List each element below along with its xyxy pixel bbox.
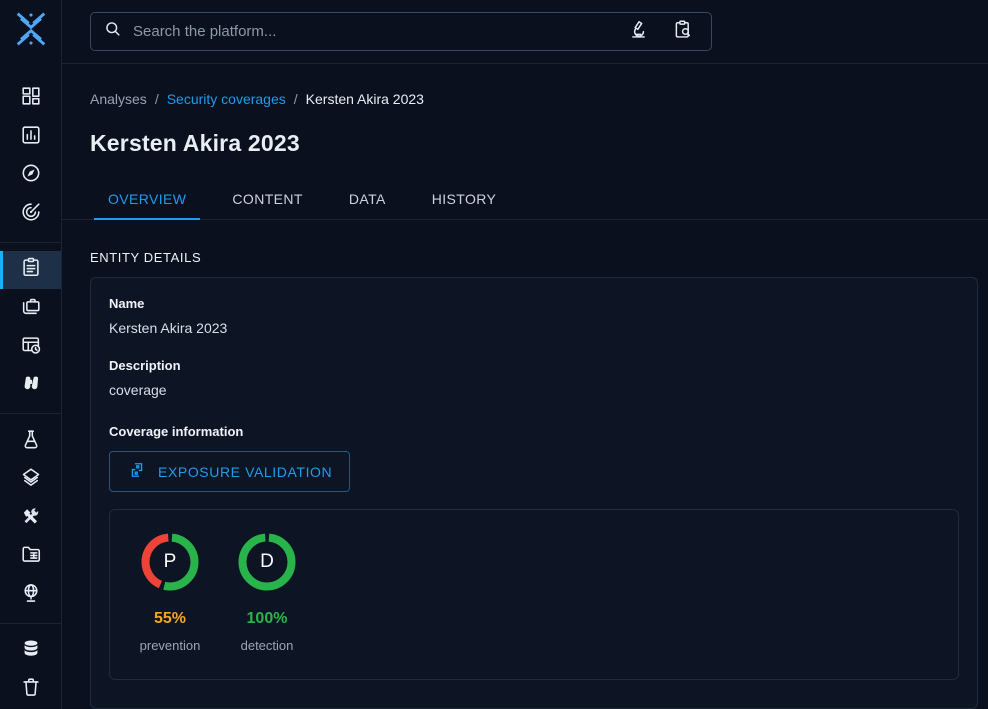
field-description-value: coverage [109, 382, 959, 398]
breadcrumb: Analyses / Security coverages / Kersten … [90, 91, 960, 107]
sidebar-divider [0, 623, 61, 624]
detection-donut-column: D 100% detection [234, 531, 300, 679]
detection-percent: 100% [234, 610, 300, 628]
tab-data[interactable]: DATA [335, 179, 400, 219]
sidebar-divider [0, 413, 61, 414]
top-app-bar [62, 0, 988, 64]
sidebar-item-investigations[interactable] [0, 156, 61, 195]
sidebar-item-threat-tracking[interactable] [0, 195, 61, 234]
sidebar-item-locations[interactable] [0, 576, 61, 615]
breadcrumb-analyses[interactable]: Analyses [90, 91, 147, 107]
tab-bar: OVERVIEW CONTENT DATA HISTORY [62, 179, 988, 220]
platform-x-logo-icon [11, 9, 51, 54]
exposure-validation-button[interactable]: EXPOSURE VALIDATION [109, 451, 350, 492]
breadcrumb-separator: / [294, 91, 298, 107]
target-icon [20, 201, 42, 228]
sidebar-item-events[interactable] [0, 328, 61, 367]
prevention-caption: prevention [137, 638, 203, 653]
coverage-scores-card: P 55% prevention D 100% detection [109, 509, 959, 680]
platform-logo[interactable] [0, 0, 61, 63]
search-input[interactable] [133, 23, 611, 40]
globe-stand-icon [20, 582, 42, 609]
coverage-information-label: Coverage information [109, 424, 959, 439]
magnifier-icon [103, 19, 123, 44]
compass-icon [20, 162, 42, 189]
sidebar-item-trash[interactable] [0, 670, 61, 709]
main-column: Analyses / Security coverages / Kersten … [62, 0, 988, 709]
flask-icon [20, 428, 42, 455]
sidebar-divider [0, 242, 61, 243]
entity-details-card: Name Kersten Akira 2023 Description cove… [90, 277, 978, 709]
sidebar-item-tools[interactable] [0, 499, 61, 538]
sidebar-item-cases[interactable] [0, 289, 61, 328]
breadcrumb-security-coverages[interactable]: Security coverages [167, 91, 286, 107]
page-content: Analyses / Security coverages / Kersten … [62, 64, 988, 709]
folder-table-icon [20, 543, 42, 570]
trash-icon [20, 676, 42, 703]
sidebar-item-data[interactable] [0, 632, 61, 671]
detection-donut-letter: D [236, 531, 298, 593]
bulk-search-button[interactable] [665, 15, 699, 49]
tab-overview[interactable]: OVERVIEW [94, 179, 200, 219]
sidebar-item-entities[interactable] [0, 538, 61, 577]
database-icon [20, 638, 42, 665]
detection-donut-chart: D [236, 531, 298, 593]
field-description-label: Description [109, 358, 959, 373]
events-table-clock-icon [20, 334, 42, 361]
sidebar-item-analyses[interactable] [0, 251, 61, 290]
prevention-donut-letter: P [139, 531, 201, 593]
microscope-icon [628, 19, 649, 45]
prevention-donut-chart: P [139, 531, 201, 593]
sidebar-item-observations[interactable] [0, 366, 61, 405]
dashboard-icon [20, 85, 42, 112]
sidebar-item-home[interactable] [0, 79, 61, 118]
field-description: Description coverage [109, 358, 959, 398]
tools-icon [20, 505, 42, 532]
prevention-percent: 55% [137, 610, 203, 628]
analyses-clipboard-icon [20, 256, 42, 283]
clipboard-search-icon [672, 19, 693, 45]
exposure-validation-icon [127, 460, 147, 483]
breadcrumb-separator: / [155, 91, 159, 107]
layers-icon [20, 466, 42, 493]
cases-briefcase-icon [20, 295, 42, 322]
tab-content[interactable]: CONTENT [218, 179, 316, 219]
left-sidebar [0, 0, 62, 709]
sidebar-item-analytics[interactable] [0, 118, 61, 157]
platform-search-bar[interactable] [90, 12, 712, 51]
field-name: Name Kersten Akira 2023 [109, 296, 959, 336]
detection-caption: detection [234, 638, 300, 653]
bar-chart-icon [20, 124, 42, 151]
sidebar-item-techniques[interactable] [0, 461, 61, 500]
advanced-search-button[interactable] [621, 15, 655, 49]
page-title: Kersten Akira 2023 [90, 130, 960, 157]
prevention-donut-column: P 55% prevention [137, 531, 203, 679]
exposure-validation-label: EXPOSURE VALIDATION [158, 464, 332, 480]
sidebar-item-arsenal[interactable] [0, 422, 61, 461]
entity-details-heading: ENTITY DETAILS [90, 250, 960, 265]
field-name-label: Name [109, 296, 959, 311]
breadcrumb-current: Kersten Akira 2023 [306, 91, 424, 107]
field-name-value: Kersten Akira 2023 [109, 320, 959, 336]
app-root: Analyses / Security coverages / Kersten … [0, 0, 988, 709]
binoculars-icon [20, 372, 42, 399]
tab-history[interactable]: HISTORY [418, 179, 511, 219]
